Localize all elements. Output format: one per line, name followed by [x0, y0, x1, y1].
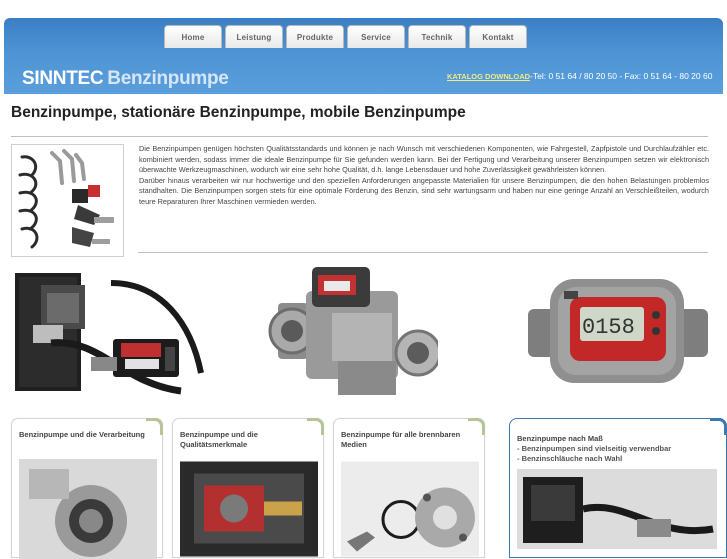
- katalog-download-link[interactable]: KATALOG DOWNLOAD: [447, 72, 530, 81]
- site-logo[interactable]: SINNTEC Benzinpumpe: [22, 68, 229, 90]
- card-title: Benzinpumpe und die Qualitätsmerkmale: [180, 430, 258, 449]
- card-medien[interactable]: Benzinpumpe für alle brennbaren Medien: [333, 418, 485, 558]
- product-thumbnail[interactable]: [11, 144, 124, 257]
- brand-name: SINNTEC: [22, 68, 104, 89]
- card-image-qualitaet: [180, 461, 318, 557]
- intro-paragraph-1: Die Benzinpumpen genügen höchsten Qualit…: [139, 144, 709, 175]
- card-image-nach-mass: [517, 469, 717, 549]
- nav-tab-kontakt[interactable]: Kontakt: [469, 25, 527, 48]
- brand-subtitle: Benzinpumpe: [107, 68, 229, 89]
- card-nach-mass[interactable]: Benzinpumpe nach Maß - Benzinpumpen sind…: [509, 418, 727, 558]
- card-image-medien: [341, 461, 479, 557]
- intro-paragraph-2: Darüber hinaus verarbeiten wir nur hochw…: [139, 175, 709, 206]
- contact-line: KATALOG DOWNLOAD-Tel: 0 51 64 / 80 20 50…: [447, 71, 717, 81]
- hoses-and-nozzles-image: [18, 149, 114, 249]
- card-title: Benzinpumpe für alle brennbaren Medien: [341, 430, 461, 449]
- card-title-text: Benzinpumpe nach Maß: [517, 434, 603, 443]
- intro-divider: [138, 252, 708, 253]
- nav-tab-technik[interactable]: Technik: [408, 25, 466, 48]
- intro-text: Die Benzinpumpen genügen höchsten Qualit…: [139, 144, 709, 208]
- nav-tab-service[interactable]: Service: [347, 25, 405, 48]
- meter-readout: 0158: [582, 315, 635, 340]
- card-verarbeitung[interactable]: Benzinpumpe und die Verarbeitung: [11, 418, 163, 559]
- card-title: Benzinpumpe und die Verarbeitung: [19, 430, 145, 439]
- card-image-verarbeitung: [19, 459, 157, 559]
- nav-tab-leistung[interactable]: Leistung: [225, 25, 283, 48]
- main-nav: Home Leistung Produkte Service Technik K…: [164, 25, 527, 48]
- page-title: Benzinpumpe, stationäre Benzinpumpe, mob…: [11, 104, 466, 121]
- contact-phone-fax: -Tel: 0 51 64 / 80 20 50 - Fax: 0 51 64 …: [530, 71, 713, 81]
- nav-tab-produkte[interactable]: Produkte: [286, 25, 344, 48]
- card-qualitaet[interactable]: Benzinpumpe und die Qualitätsmerkmale: [172, 418, 324, 558]
- flowmeter-photo[interactable]: [268, 263, 438, 398]
- nav-tab-home[interactable]: Home: [164, 25, 222, 48]
- card-corner: [710, 418, 727, 435]
- title-divider: [11, 136, 708, 137]
- digital-meter-photo[interactable]: 0158: [522, 263, 712, 398]
- wall-pump-photo[interactable]: [11, 263, 211, 398]
- site-header: Home Leistung Produkte Service Technik K…: [4, 18, 723, 94]
- card-bullet-1: - Benzinpumpen sind vielseitig verwendba…: [517, 444, 672, 453]
